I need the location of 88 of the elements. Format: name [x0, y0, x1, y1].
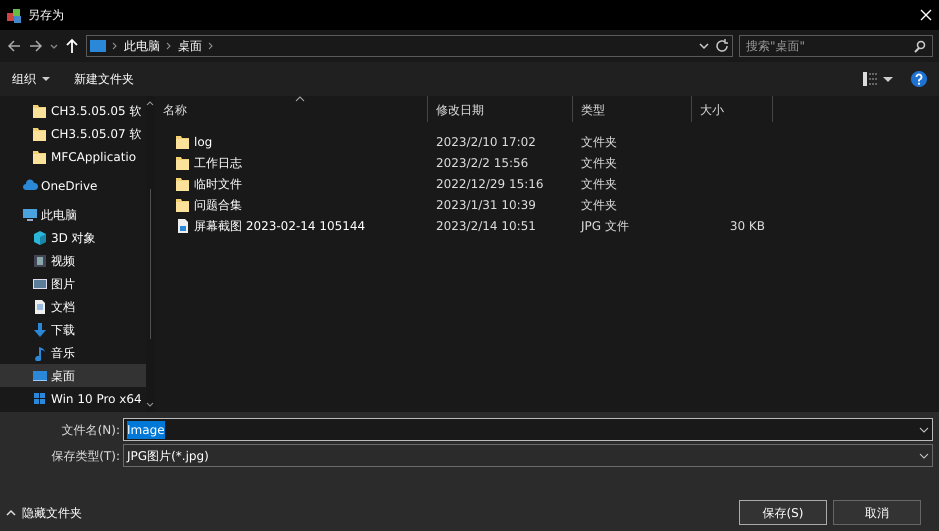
column-header[interactable]: 名称 — [155, 96, 428, 122]
sort-icon — [295, 96, 305, 102]
chevron-right-icon — [112, 42, 118, 50]
document-icon — [32, 298, 48, 314]
table-cell: 30 KB — [730, 218, 765, 232]
column-header[interactable]: 修改日期 — [428, 96, 573, 122]
dropdown-field[interactable]: JPG图片(*.jpg) — [123, 444, 933, 467]
folder-icon — [175, 196, 191, 212]
sidebar-item[interactable]: MFCApplicatio — [0, 145, 146, 168]
field-value: Image — [127, 420, 165, 438]
table-cell-text: 文件夹 — [580, 176, 618, 192]
caret-icon — [42, 77, 50, 81]
back-arrow-icon[interactable] — [6, 38, 22, 54]
view-options-icon[interactable] — [863, 72, 877, 86]
sidebar-item[interactable]: CH3.5.05.07 软 — [0, 122, 146, 145]
chevron-up-icon — [6, 508, 16, 516]
up-arrow-icon[interactable] — [64, 38, 80, 54]
table-cell-text: 文件夹 — [580, 134, 618, 150]
sidebar-item[interactable]: Win 10 Pro x64 — [0, 387, 146, 410]
computer-icon — [22, 206, 38, 222]
sidebar-item[interactable]: CH3.5.05.05 软 — [0, 99, 146, 122]
field-label: 保存类型(T): — [50, 448, 121, 464]
sidebar-item[interactable]: 图片 — [0, 272, 146, 295]
field-label: 文件名(N): — [60, 422, 121, 438]
breadcrumb-item[interactable]: 此电脑 — [124, 37, 160, 55]
chevron-down-icon[interactable] — [699, 42, 709, 50]
chevron-down-icon[interactable] — [919, 426, 929, 432]
chevron-down-icon[interactable] — [50, 42, 58, 50]
chevron-right-icon — [166, 42, 172, 50]
search-field[interactable]: 搜索"桌面" — [739, 35, 933, 57]
image-file-icon — [175, 218, 191, 234]
table-cell-text: 2023/2/10 17:02 — [435, 134, 537, 150]
search-icon[interactable] — [913, 40, 926, 52]
address-bar[interactable]: 此电脑 桌面 — [86, 35, 733, 57]
forward-arrow-icon[interactable] — [28, 38, 44, 54]
table-cell-text: 2023/2/2 15:56 — [435, 154, 530, 172]
table-cell-text: 2022/12/29 15:16 — [435, 176, 545, 192]
folder-icon — [175, 154, 191, 170]
file-name[interactable]: 屏幕截图 2023-02-14 105144 — [194, 216, 366, 234]
windows-drive-icon — [32, 390, 48, 406]
table-cell-text: 2023/1/31 10:39 — [435, 196, 537, 214]
folder-icon — [32, 126, 48, 142]
refresh-icon[interactable] — [715, 39, 729, 53]
table-cell-text: 文件夹 — [580, 196, 618, 214]
dropdown-field[interactable]: Image — [123, 418, 933, 441]
sidebar-item[interactable]: 3D 对象 — [0, 226, 146, 249]
film-icon — [32, 252, 48, 268]
file-name[interactable]: 工作日志 — [194, 154, 242, 172]
table-cell-text: 2023/2/14 10:51 — [435, 218, 537, 234]
chevron-down-icon[interactable] — [919, 452, 929, 458]
close-icon[interactable] — [919, 8, 933, 22]
scroll-down-icon[interactable] — [146, 401, 154, 408]
file-name[interactable]: 问题合集 — [194, 196, 242, 214]
caret-icon[interactable] — [883, 76, 893, 82]
breadcrumb-item[interactable]: 桌面 — [178, 37, 202, 55]
table-cell-text: JPG 文件 — [579, 218, 630, 234]
column-header[interactable]: 大小 — [692, 96, 773, 122]
save-button[interactable]: 保存(S) — [739, 500, 827, 525]
organize-menu[interactable]: 组织 — [12, 70, 50, 88]
sidebar-item[interactable]: 视频 — [0, 249, 146, 272]
folder-icon — [175, 176, 191, 192]
field-value: JPG图片(*.jpg) — [127, 448, 209, 464]
app-icon — [6, 7, 22, 23]
sidebar-item[interactable]: 音乐 — [0, 341, 146, 364]
window-title: 另存为 — [28, 7, 64, 24]
folder-icon — [175, 134, 191, 150]
sidebar-item[interactable]: 此电脑 — [0, 203, 146, 226]
sidebar-item[interactable]: 桌面 — [0, 364, 146, 387]
cube-icon — [32, 230, 48, 246]
chevron-right-icon — [208, 42, 214, 50]
down-arrow-icon — [32, 322, 48, 338]
sidebar-item[interactable]: 下载 — [0, 318, 146, 341]
folder-icon — [32, 102, 48, 118]
new-folder-button[interactable]: 新建文件夹 — [74, 70, 134, 88]
scroll-up-icon[interactable] — [146, 100, 154, 107]
column-header[interactable]: 类型 — [573, 96, 692, 122]
sidebar-item[interactable]: 文档 — [0, 295, 146, 318]
desktop-icon — [90, 39, 106, 53]
cancel-button[interactable]: 取消 — [833, 500, 921, 525]
search-placeholder: 搜索"桌面" — [746, 38, 806, 55]
folder-icon — [32, 148, 48, 164]
scrollbar-thumb[interactable] — [150, 189, 151, 339]
table-cell-text: 文件夹 — [580, 154, 618, 172]
help-icon[interactable] — [911, 71, 927, 87]
hide-folders-toggle[interactable]: 隐藏文件夹 — [6, 504, 82, 522]
sidebar-item[interactable]: OneDrive — [0, 174, 146, 197]
file-name[interactable]: log — [194, 132, 212, 150]
file-name[interactable]: 临时文件 — [194, 174, 242, 192]
